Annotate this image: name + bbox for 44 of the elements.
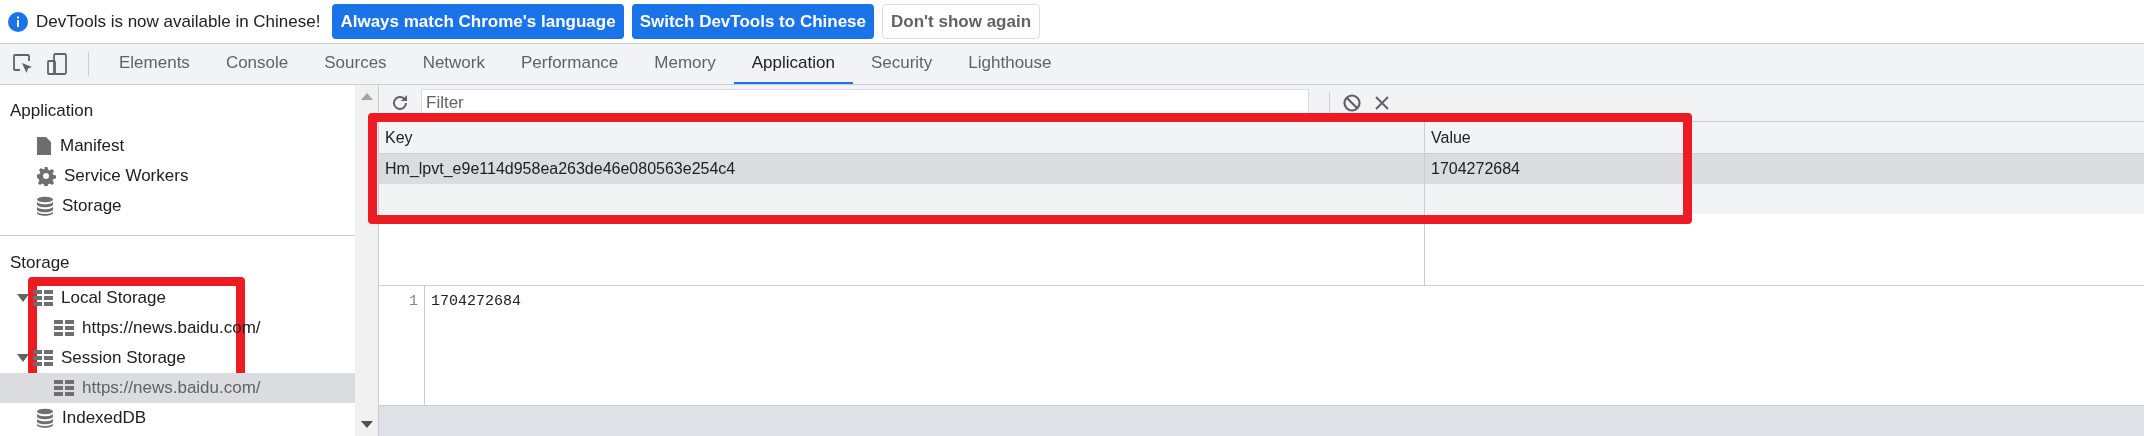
sidebar-item[interactable]: Local Storage [0, 283, 355, 313]
gear-icon [36, 166, 56, 186]
sidebar-item[interactable]: Manifest [0, 131, 355, 161]
infobar-button[interactable]: Don't show again [882, 4, 1041, 39]
panel-tab[interactable]: Performance [503, 44, 637, 84]
column-header[interactable]: Key [379, 122, 1425, 153]
infobar-button[interactable]: Switch DevTools to Chinese [631, 4, 874, 39]
clear-icon[interactable] [1342, 93, 1362, 113]
sidebar-item[interactable]: IndexedDB [0, 403, 355, 433]
device-icon[interactable] [46, 52, 68, 76]
code-line: 1704272684 [431, 292, 521, 312]
inspect-icon[interactable] [12, 53, 34, 75]
sidebar-item[interactable]: Service Workers [0, 161, 355, 191]
file-icon [36, 136, 52, 156]
table-icon [54, 320, 74, 336]
caret-icon[interactable] [17, 293, 29, 303]
sidebar-item[interactable]: Session Storage [0, 343, 355, 373]
infobar-message: DevTools is now available in Chinese! [36, 10, 321, 33]
close-icon[interactable] [1374, 95, 1390, 111]
panel-tab[interactable]: Memory [636, 44, 734, 84]
panel-tab[interactable]: Network [404, 44, 503, 84]
table-icon [54, 380, 74, 396]
panel-tab[interactable]: Console [207, 44, 307, 84]
sidebar-item[interactable]: Storage [0, 191, 355, 221]
table-cell-text: 1704272684 [1430, 159, 1521, 179]
table-row[interactable]: Hm_lpvt_e9e114d958ea263de46e080563e254c4 1704272684 [379, 154, 2144, 184]
refresh-icon[interactable] [391, 94, 409, 112]
caret-icon[interactable] [17, 353, 29, 363]
table-icon [33, 350, 53, 366]
section-heading: Application [9, 100, 95, 123]
infobar-button[interactable]: Always match Chrome's language [332, 4, 624, 39]
info-icon [8, 11, 28, 32]
database-icon [36, 408, 54, 428]
database-icon [36, 196, 54, 216]
sidebar-item[interactable]: https://news.baidu.com/ [0, 373, 355, 403]
panel-tab[interactable]: Sources [306, 44, 405, 84]
column-header[interactable]: Value [1425, 122, 2144, 153]
table-icon [33, 290, 53, 306]
panel-tab[interactable]: Security [852, 44, 951, 84]
down-arrow-icon[interactable] [360, 421, 373, 428]
panel-tab[interactable]: Lighthouse [950, 44, 1070, 84]
panel-tab[interactable]: Elements [101, 44, 208, 84]
section-heading: Storage [9, 252, 71, 275]
line-number: 1 [409, 292, 418, 312]
